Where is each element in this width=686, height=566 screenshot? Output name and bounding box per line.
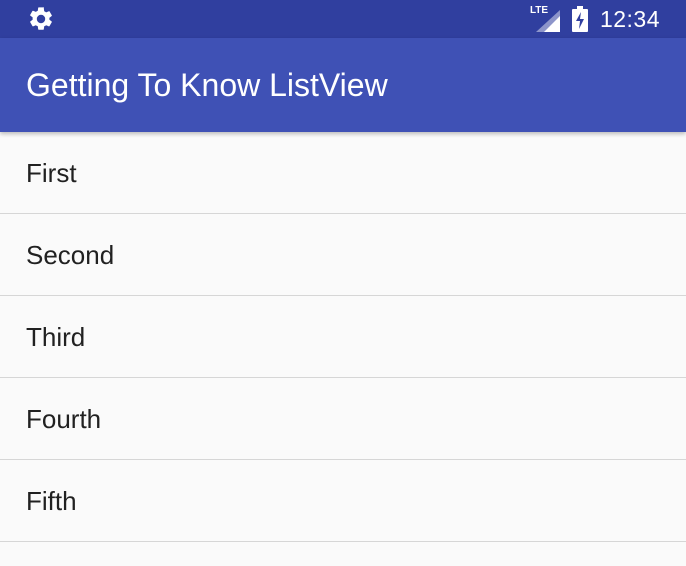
- list-item[interactable]: Fourth: [0, 378, 686, 460]
- list-item[interactable]: Second: [0, 214, 686, 296]
- list-item[interactable]: Fifth: [0, 460, 686, 542]
- battery-charging-icon: [571, 6, 588, 32]
- list-item-label: Fourth: [26, 404, 102, 434]
- app-bar: Getting To Know ListView: [0, 38, 686, 132]
- screen: LTE 12:34 Getting To Know ListView First…: [0, 0, 686, 566]
- list-item-label: Second: [26, 240, 115, 270]
- status-clock: 12:34: [599, 5, 660, 32]
- gear-icon: [30, 7, 52, 30]
- list-item-label: Third: [26, 322, 86, 352]
- lte-signal-icon: LTE: [530, 6, 560, 32]
- list-item[interactable]: First: [0, 132, 686, 214]
- list-item-label: First: [26, 158, 77, 188]
- app-title: Getting To Know ListView: [26, 67, 388, 103]
- list-item[interactable]: Third: [0, 296, 686, 378]
- list-view[interactable]: First Second Third Fourth Fifth: [0, 132, 686, 542]
- status-bar: LTE 12:34: [0, 0, 686, 38]
- signal-bars-icon: [535, 10, 560, 32]
- list-item-label: Fifth: [26, 486, 77, 516]
- status-indicators: LTE 12:34: [530, 0, 660, 38]
